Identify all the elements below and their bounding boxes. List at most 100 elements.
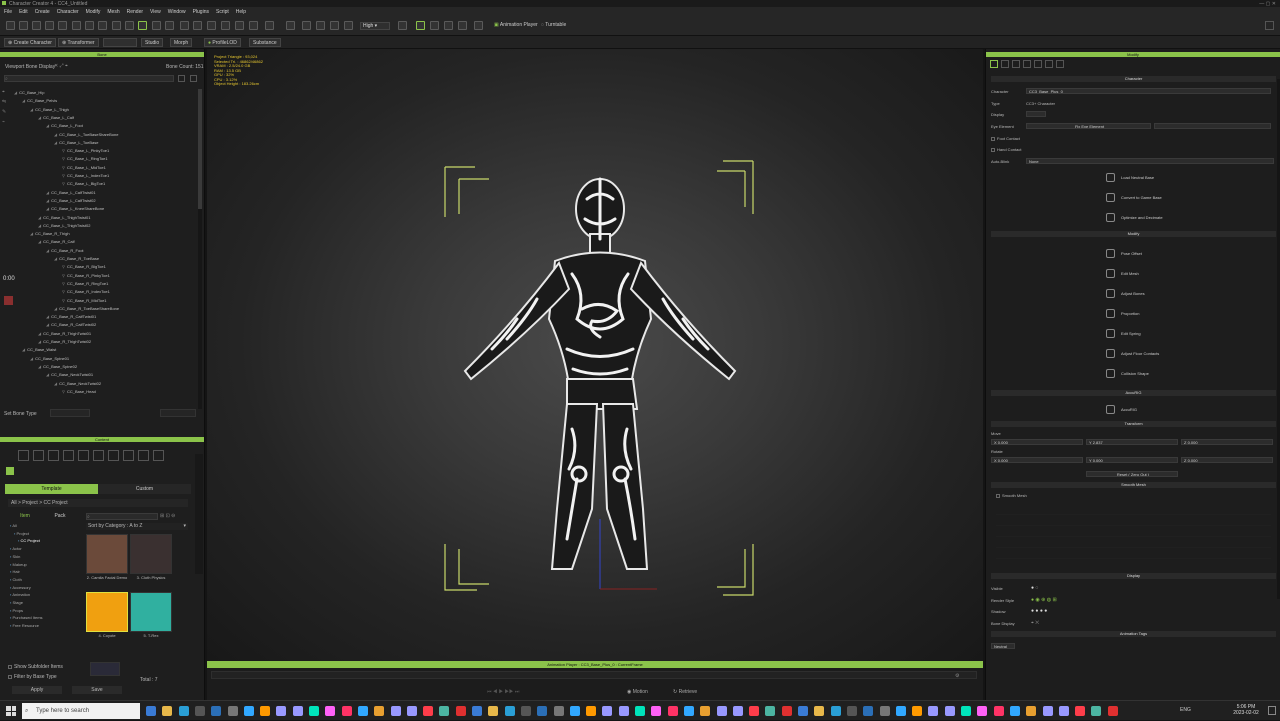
link-icon[interactable]: ⌁: [2, 119, 14, 127]
winrar-icon[interactable]: [977, 706, 988, 716]
morph-icon[interactable]: [33, 450, 44, 461]
bone-tree-item[interactable]: ◢ CC_Base_R_CalfTwist01: [46, 313, 96, 320]
convert-game-base-button[interactable]: Convert to Game Base: [1106, 190, 1162, 204]
view-toggle-icons[interactable]: ⊞ ⊡ ⊖: [160, 513, 175, 519]
shaded-icon[interactable]: [330, 21, 339, 30]
expand-icon[interactable]: ◢: [54, 256, 57, 261]
layout-icon[interactable]: [1265, 21, 1274, 30]
profile-lod-button[interactable]: ● ProfileLOD: [204, 38, 241, 47]
move-z-field[interactable]: Z 0.000: [1181, 439, 1273, 445]
xd-icon[interactable]: [325, 706, 336, 716]
chrome-icon[interactable]: [553, 706, 564, 716]
scene-icon[interactable]: [165, 21, 174, 30]
section-transform[interactable]: Transform: [991, 421, 1276, 427]
content-tree-item[interactable]: ▪ Animation: [10, 591, 30, 598]
slack-icon[interactable]: [928, 706, 939, 716]
tab-physics-icon[interactable]: [1034, 60, 1042, 68]
shadow-options[interactable]: ● ● ● ●: [1031, 608, 1047, 614]
menu-script[interactable]: Script: [216, 9, 229, 15]
unreal-icon[interactable]: [488, 706, 499, 716]
camera-icon[interactable]: [265, 21, 274, 30]
menu-help[interactable]: Help: [236, 9, 246, 15]
bone-tree-item[interactable]: ◢ CC_Base_R_ThighTwist02: [38, 338, 91, 345]
tab-material-icon[interactable]: [1012, 60, 1020, 68]
apply-button[interactable]: Apply: [12, 686, 62, 694]
smooth-mesh-checkbox[interactable]: Smooth Mesh: [996, 493, 1027, 498]
bone-type-apply-button[interactable]: [160, 409, 196, 417]
vscode-icon[interactable]: [586, 706, 597, 716]
cmd-icon[interactable]: [1026, 706, 1037, 716]
bone-search-input[interactable]: ⌕: [4, 75, 174, 82]
obs-icon[interactable]: [602, 706, 613, 716]
onenote-icon[interactable]: [879, 706, 890, 716]
bone-tree-item[interactable]: ⚲ CC_Base_L_PinkyToe1: [62, 147, 109, 154]
visible-toggle[interactable]: ● ◌: [1031, 585, 1038, 591]
character-name-field[interactable]: CC3_Base_Plus_0: [1026, 88, 1271, 94]
clock[interactable]: 5:06 PM 2023-02-02: [1228, 704, 1264, 716]
bone-tree-item[interactable]: ◢ CC_Base_R_Calf: [38, 238, 75, 245]
content-thumbnail[interactable]: [130, 534, 172, 574]
rotate-z-field[interactable]: Z 0.000: [1181, 457, 1273, 463]
expand-icon[interactable]: ◢: [46, 198, 49, 203]
tab-attribute-icon[interactable]: [1045, 60, 1053, 68]
bone-tree-item[interactable]: ⚲ CC_Base_R_BigToe1: [62, 263, 106, 270]
unity-icon[interactable]: [504, 706, 515, 716]
content-tree-item[interactable]: ▪ Hair: [10, 568, 20, 575]
bone-tree-item[interactable]: ◢ CC_Base_NeckTwist01: [46, 371, 93, 378]
reset-zero-out-button[interactable]: Reset ( Zero Out ): [1086, 471, 1178, 477]
media-encoder-icon[interactable]: [390, 706, 401, 716]
zoom-icon[interactable]: [944, 706, 955, 716]
lightroom-icon[interactable]: [357, 706, 368, 716]
breadcrumb[interactable]: All > Project > CC Project: [8, 499, 188, 507]
eye-element-disabled[interactable]: [1154, 123, 1271, 129]
content-tree-item[interactable]: ▪ Accessory: [10, 584, 31, 591]
optimize-decimate-button[interactable]: Optimize and Decimate: [1106, 210, 1163, 224]
maya-icon[interactable]: [781, 706, 792, 716]
bone-tree-item[interactable]: ◢ CC_Base_L_CalfTwist02: [46, 197, 96, 204]
tab-checker-icon[interactable]: [1056, 60, 1064, 68]
powerpoint-icon[interactable]: [830, 706, 841, 716]
rotate-x-field[interactable]: X 0.000: [991, 457, 1083, 463]
quality-dropdown[interactable]: High ▾: [360, 22, 390, 30]
content-thumbnail[interactable]: [86, 534, 128, 574]
terminal-icon[interactable]: [732, 706, 743, 716]
content-tree-item[interactable]: ▪ Makeup: [10, 561, 27, 568]
music-icon[interactable]: [1091, 706, 1102, 716]
menu-file[interactable]: File: [4, 9, 12, 15]
expand-icon[interactable]: ⚲: [62, 156, 65, 161]
tab-modify-icon[interactable]: [990, 60, 998, 68]
expand-icon[interactable]: ⚲: [62, 298, 65, 303]
pose-icon[interactable]: [123, 450, 134, 461]
load-neutral-base-button[interactable]: Load Neutral Base: [1106, 170, 1154, 184]
expand-icon[interactable]: ◢: [22, 347, 25, 352]
expand-icon[interactable]: ◢: [54, 140, 57, 145]
content-thumbnail[interactable]: [130, 592, 172, 632]
move-y-field[interactable]: Y 2.837: [1086, 439, 1178, 445]
content-thumbnail[interactable]: [86, 592, 128, 632]
calculator-icon[interactable]: [716, 706, 727, 716]
grid-icon[interactable]: [125, 21, 134, 30]
bone-tree-item[interactable]: ◢ CC_Base_L_Foot: [46, 122, 83, 129]
content-tree-item[interactable]: ▪ CC Project: [18, 537, 40, 544]
discord-icon[interactable]: [618, 706, 629, 716]
bone-tree-item[interactable]: ◢ CC_Base_L_Thigh: [30, 106, 69, 113]
content-search-input[interactable]: ⌕: [86, 513, 158, 520]
pin-icon[interactable]: [430, 21, 439, 30]
menu-window[interactable]: Window: [168, 9, 186, 15]
vlc-icon[interactable]: [961, 706, 971, 716]
outlook-icon[interactable]: [895, 706, 906, 716]
open-icon[interactable]: [19, 21, 28, 30]
settings-icon[interactable]: [227, 706, 238, 716]
export-obj-icon[interactable]: [85, 21, 94, 30]
iclone-icon[interactable]: [520, 706, 531, 716]
bone-tree-scrollbar[interactable]: [198, 89, 202, 409]
content-tree-item[interactable]: ▪ Skin: [10, 553, 20, 560]
pin-bone-icon[interactable]: ⌖: [2, 89, 14, 97]
move-x-field[interactable]: X 0.000: [991, 439, 1083, 445]
bone-tree-item[interactable]: ◢ CC_Base_R_ToeBase: [54, 255, 99, 262]
lights-icon[interactable]: [344, 21, 353, 30]
edge-icon[interactable]: [178, 706, 189, 716]
collision-shape-button[interactable]: Collision Shape: [1106, 366, 1149, 380]
photoshop-icon[interactable]: [243, 706, 254, 716]
export-icon[interactable]: [58, 21, 67, 30]
